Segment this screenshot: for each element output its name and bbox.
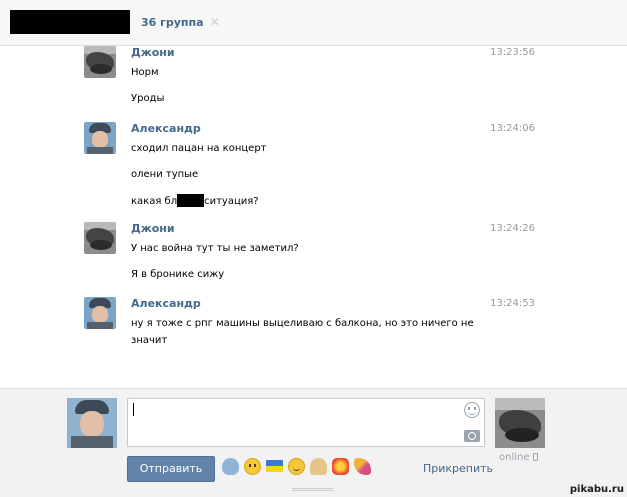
message-group: Джони 13:23:56 Норм Уроды xyxy=(84,46,544,106)
message-time: 13:23:56 xyxy=(490,47,535,58)
message-group: Александр 13:24:53 ну я тоже с рпг машин… xyxy=(84,297,544,347)
avatar[interactable] xyxy=(84,46,116,78)
message-group: Александр 13:24:06 сходил пацан на конце… xyxy=(84,122,544,208)
text-caret xyxy=(133,403,134,416)
my-avatar[interactable] xyxy=(67,398,117,448)
face-emoji-icon[interactable] xyxy=(244,458,261,475)
mobile-phone-icon xyxy=(532,453,538,461)
message-history: Джони 13:23:56 Норм Уроды Александр 13:2… xyxy=(0,46,627,386)
message-text-after: ситуация? xyxy=(204,196,259,207)
author-name[interactable]: Джони xyxy=(131,46,541,60)
resize-handle[interactable] xyxy=(292,488,334,491)
message-text: Уроды xyxy=(131,93,165,104)
whale-emoji-icon[interactable] xyxy=(222,458,239,475)
peer-online-status: online xyxy=(499,452,538,463)
attach-link[interactable]: Прикрепить xyxy=(423,462,493,475)
boom-emoji-icon[interactable] xyxy=(332,458,349,475)
message-text: значит xyxy=(131,335,168,346)
message-text-before: какая бл xyxy=(131,196,178,207)
message-text: Я в бронике сижу xyxy=(131,269,225,280)
message-input[interactable] xyxy=(127,398,485,447)
message-group: Джони 13:24:26 У нас война тут ты не зам… xyxy=(84,222,544,282)
ukraine-flag-emoji-icon[interactable] xyxy=(266,460,283,472)
message-text: олени тупые xyxy=(131,169,199,180)
watermark: pikabu.ru xyxy=(569,484,624,495)
message-text: ну я тоже с рпг машины выцеливаю с балко… xyxy=(131,318,474,329)
emoji-quick-bar xyxy=(222,458,371,475)
close-icon[interactable]: ✕ xyxy=(210,15,220,29)
peer-avatar[interactable] xyxy=(495,398,545,448)
message-time: 13:24:06 xyxy=(490,123,535,134)
send-button[interactable]: Отправить xyxy=(127,456,215,482)
avatar[interactable] xyxy=(84,222,116,254)
party-emoji-icon[interactable] xyxy=(354,458,371,475)
author-name[interactable]: Александр xyxy=(131,297,541,311)
redaction-box xyxy=(177,194,205,207)
message-text: Норм xyxy=(131,67,159,78)
message-time: 13:24:53 xyxy=(490,298,535,309)
camera-icon[interactable] xyxy=(464,430,480,442)
redacted-tab[interactable] xyxy=(10,10,130,34)
message-text: сходил пацан на концерт xyxy=(131,143,267,154)
message-text-redacted: какая бл ситуация? xyxy=(131,194,259,208)
online-text: online xyxy=(499,452,530,463)
author-name[interactable]: Александр xyxy=(131,122,541,136)
tab-group-label[interactable]: 36 группа xyxy=(141,16,204,29)
smile-emoji-icon[interactable] xyxy=(288,458,305,475)
message-composer: Отправить Прикрепить online xyxy=(0,388,627,497)
author-name[interactable]: Джони xyxy=(131,222,541,236)
tab-group-chat[interactable]: 36 группа ✕ xyxy=(141,15,220,29)
message-time: 13:24:26 xyxy=(490,223,535,234)
shell-emoji-icon[interactable] xyxy=(310,458,327,475)
avatar[interactable] xyxy=(84,297,116,329)
smile-icon[interactable] xyxy=(464,402,480,418)
avatar[interactable] xyxy=(84,122,116,154)
message-text: У нас война тут ты не заметил? xyxy=(131,243,299,254)
dialog-tab-bar: 36 группа ✕ xyxy=(0,0,627,46)
